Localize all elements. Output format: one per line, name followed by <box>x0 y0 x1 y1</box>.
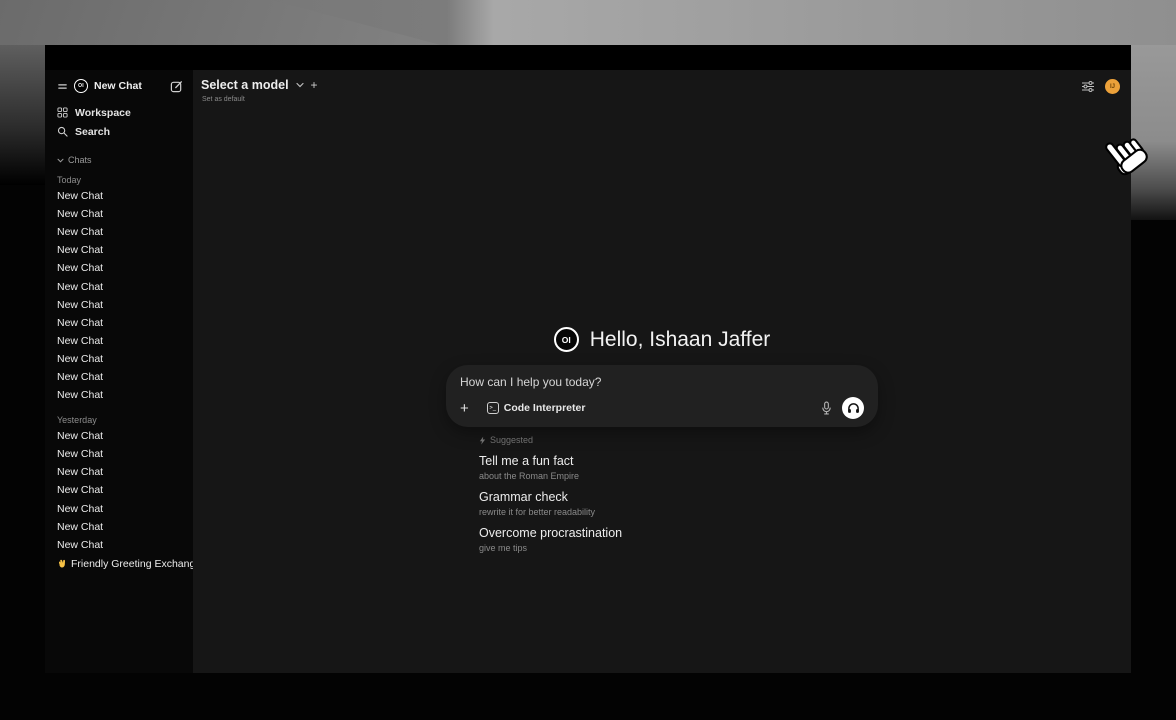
wallpaper-left <box>0 45 45 185</box>
search-label: Search <box>75 126 110 138</box>
suggested-prompt[interactable]: Overcome procrastination give me tips <box>479 526 878 553</box>
hero-section: OI Hello, Ishaan Jaffer How can I help y… <box>446 327 878 553</box>
sidebar-item-workspace[interactable]: Workspace <box>57 103 187 122</box>
suggested-prompt-subtitle: rewrite it for better readability <box>479 507 878 517</box>
window-titlebar <box>45 45 1131 70</box>
chat-input-placeholder[interactable]: How can I help you today? <box>460 375 864 389</box>
chat-list-item[interactable]: New Chat <box>57 259 187 277</box>
friendly-greeting-label: Friendly Greeting Exchange <box>71 558 193 570</box>
chats-section-toggle[interactable]: Chats <box>57 154 187 166</box>
chat-list-item[interactable]: New Chat <box>57 332 187 350</box>
chat-list-item[interactable]: New Chat <box>57 463 187 481</box>
chat-list-item[interactable]: New Chat <box>57 427 187 445</box>
sidebar-toggle-icon[interactable] <box>57 81 68 92</box>
chat-list-item[interactable]: New Chat <box>57 241 187 259</box>
chat-list-item[interactable]: New Chat <box>57 350 187 368</box>
chat-list-item[interactable]: New Chat <box>57 386 187 404</box>
app-body: OI New Chat Workspace <box>45 70 1131 673</box>
chat-list-item-friendly-greeting[interactable]: Friendly Greeting Exchange <box>57 555 187 573</box>
headphones-icon <box>847 402 860 414</box>
date-group-today: Today <box>57 173 187 187</box>
terminal-icon: >_ <box>487 402 499 414</box>
sidebar-header: OI New Chat <box>57 77 187 95</box>
app-window: OI New Chat Workspace <box>45 45 1131 673</box>
suggested-prompt-title: Tell me a fun fact <box>479 454 878 469</box>
add-model-button[interactable]: + <box>311 78 318 92</box>
chevron-down-icon <box>57 158 64 163</box>
suggested-prompt-title: Overcome procrastination <box>479 526 878 541</box>
chat-list-item[interactable]: New Chat <box>57 223 187 241</box>
voice-call-button[interactable] <box>842 397 864 419</box>
code-interpreter-label: Code Interpreter <box>504 402 586 414</box>
chat-list-item[interactable]: New Chat <box>57 368 187 386</box>
chat-list-item[interactable]: New Chat <box>57 500 187 518</box>
main-area: Select a model + Set as default IJ OI <box>193 70 1131 673</box>
search-icon <box>57 126 68 137</box>
chat-list-item[interactable]: New Chat <box>57 314 187 332</box>
desktop: OI New Chat Workspace <box>0 0 1176 720</box>
sidebar-item-search[interactable]: Search <box>57 122 187 141</box>
app-logo-icon: OI <box>74 79 88 93</box>
controls-sliders-icon[interactable] <box>1081 80 1095 93</box>
chat-input-toolbar: + >_ Code Interpreter <box>460 397 864 419</box>
suggested-label: Suggested <box>490 435 533 445</box>
chat-list-item[interactable]: New Chat <box>57 277 187 295</box>
chat-list-item[interactable]: New Chat <box>57 296 187 314</box>
chat-list-item[interactable]: New Chat <box>57 518 187 536</box>
grid-icon <box>57 107 68 118</box>
suggested-prompt[interactable]: Tell me a fun fact about the Roman Empir… <box>479 454 878 481</box>
sidebar: OI New Chat Workspace <box>45 70 193 673</box>
chat-input-card[interactable]: How can I help you today? + >_ Code Inte… <box>446 365 878 427</box>
microphone-icon[interactable] <box>821 401 832 415</box>
chat-list-item[interactable]: New Chat <box>57 536 187 554</box>
suggested-prompt-title: Grammar check <box>479 490 878 505</box>
model-selector[interactable]: Select a model + <box>201 78 318 92</box>
chat-list-item[interactable]: New Chat <box>57 187 187 205</box>
new-chat-compose-icon[interactable] <box>170 80 183 93</box>
greeting-row: OI Hello, Ishaan Jaffer <box>446 327 878 352</box>
wave-emoji-icon <box>57 559 67 569</box>
suggested-section: Suggested Tell me a fun fact about the R… <box>446 435 878 553</box>
workspace-label: Workspace <box>75 107 131 119</box>
set-as-default-link[interactable]: Set as default <box>202 96 245 103</box>
suggested-prompt-subtitle: about the Roman Empire <box>479 471 878 481</box>
chat-list-item[interactable]: New Chat <box>57 481 187 499</box>
suggested-prompt-subtitle: give me tips <box>479 543 878 553</box>
bolt-icon <box>479 436 486 445</box>
model-selector-label: Select a model <box>201 78 289 92</box>
chats-section-label: Chats <box>68 155 92 165</box>
topbar-right: IJ <box>1081 79 1120 94</box>
date-group-yesterday: Yesterday <box>57 413 187 427</box>
greeting-text: Hello, Ishaan Jaffer <box>590 328 771 352</box>
chat-list-item[interactable]: New Chat <box>57 445 187 463</box>
chevron-down-icon <box>296 82 304 88</box>
user-avatar[interactable]: IJ <box>1105 79 1120 94</box>
attach-plus-button[interactable]: + <box>460 401 469 416</box>
chat-list-item[interactable]: New Chat <box>57 205 187 223</box>
sidebar-title: New Chat <box>94 80 142 92</box>
suggested-prompt[interactable]: Grammar check rewrite it for better read… <box>479 490 878 517</box>
code-interpreter-toggle[interactable]: >_ Code Interpreter <box>487 402 586 414</box>
suggested-header: Suggested <box>479 435 878 445</box>
app-logo-icon: OI <box>554 327 579 352</box>
wallpaper-right <box>1131 45 1176 220</box>
